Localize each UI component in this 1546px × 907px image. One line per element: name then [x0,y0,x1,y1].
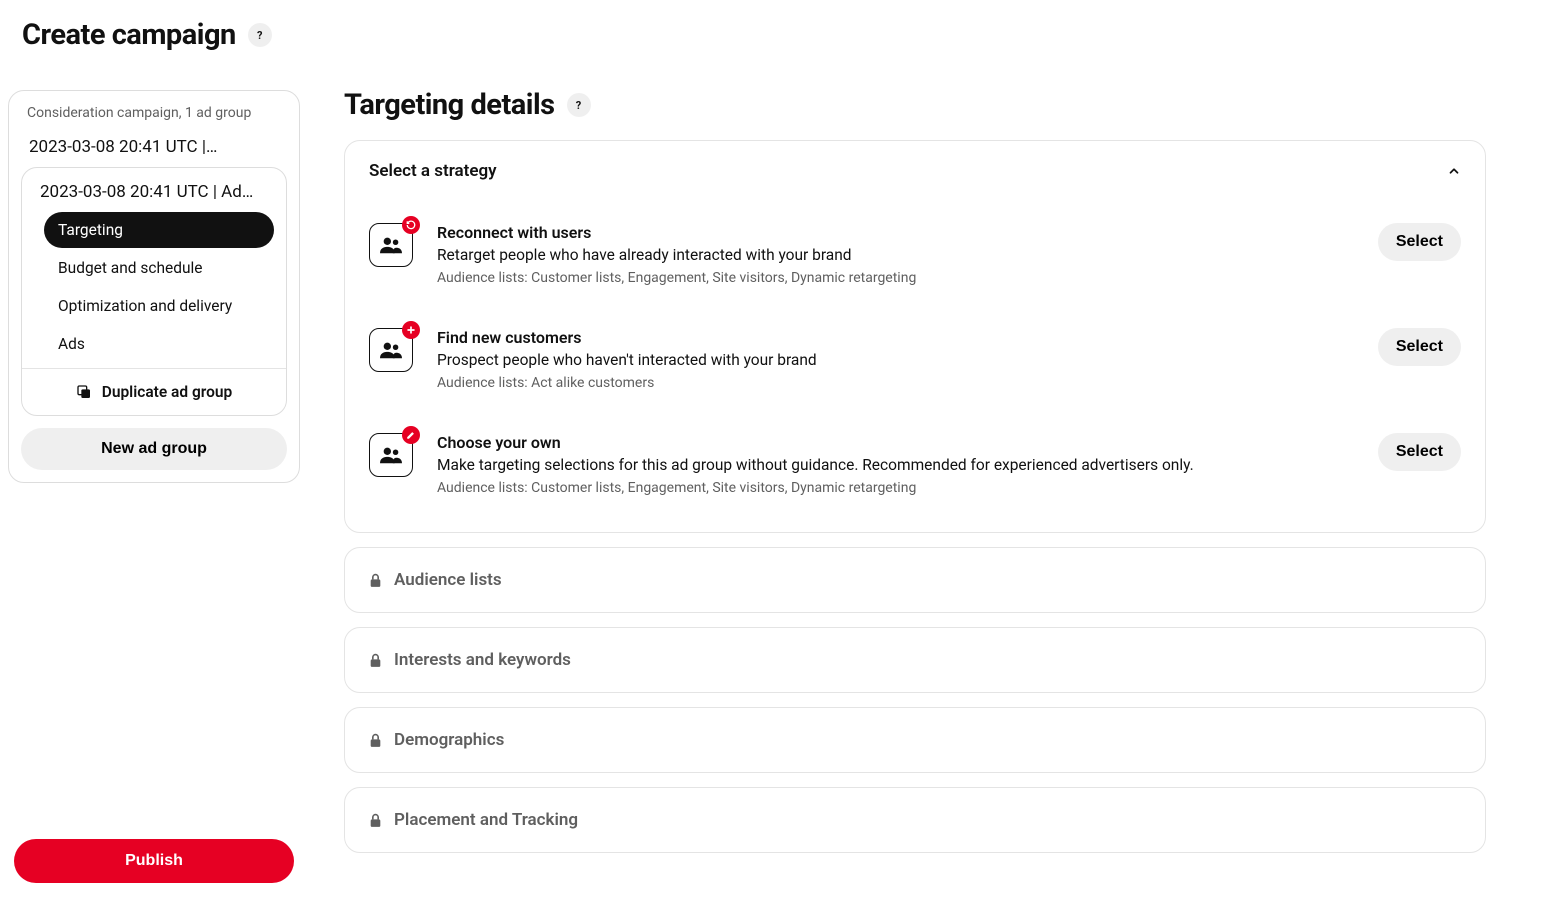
people-icon [369,328,413,372]
lock-icon [369,813,382,828]
nav-item-budget[interactable]: Budget and schedule [44,250,274,286]
strategy-reconnect: Reconnect with users Retarget people who… [369,201,1461,294]
people-icon [369,433,413,477]
lock-icon [369,733,382,748]
reconnect-badge-icon [402,216,420,234]
new-adgroup-button[interactable]: New ad group [21,428,287,470]
strategy-meta: Audience lists: Act alike customers [437,375,1354,391]
strategy-desc: Prospect people who haven't interacted w… [437,351,1354,369]
page-title: Create campaign [22,18,236,52]
sidebar: Consideration campaign, 1 ad group 2023-… [8,60,300,907]
nav-item-targeting[interactable]: Targeting [44,212,274,248]
locked-section-interests: Interests and keywords [344,627,1486,693]
adgroup-title[interactable]: 2023-03-08 20:41 UTC | Ad… [22,168,286,212]
locked-title: Audience lists [394,570,502,590]
lock-icon [369,573,382,588]
locked-section-demographics: Demographics [344,707,1486,773]
select-button[interactable]: Select [1378,223,1461,261]
nav-item-ads[interactable]: Ads [44,326,274,362]
people-icon [369,223,413,267]
strategy-desc: Retarget people who have already interac… [437,246,1354,264]
campaign-panel: Consideration campaign, 1 ad group 2023-… [8,90,300,483]
plus-badge-icon [402,321,420,339]
locked-section-placement: Placement and Tracking [344,787,1486,853]
help-icon[interactable]: ? [248,23,272,47]
strategy-meta: Audience lists: Customer lists, Engageme… [437,480,1354,496]
duplicate-adgroup-button[interactable]: Duplicate ad group [22,368,286,415]
strategy-card: Select a strategy [344,140,1486,533]
locked-title: Placement and Tracking [394,810,578,830]
adgroup-nav: Targeting Budget and schedule Optimizati… [22,212,286,368]
strategy-title: Find new customers [437,328,1354,347]
campaign-summary: Consideration campaign, 1 ad group [21,103,287,131]
duplicate-label: Duplicate ad group [102,383,233,401]
pencil-badge-icon [402,426,420,444]
adgroup-card: 2023-03-08 20:41 UTC | Ad… Targeting Bud… [21,167,287,416]
main-content: Targeting details ? Select a strategy [344,60,1546,907]
campaign-title[interactable]: 2023-03-08 20:41 UTC |… [21,131,287,167]
help-icon[interactable]: ? [567,93,591,117]
strategy-card-title: Select a strategy [369,161,497,181]
strategy-new-customers: Find new customers Prospect people who h… [369,294,1461,399]
strategy-desc: Make targeting selections for this ad gr… [437,456,1354,474]
publish-button[interactable]: Publish [14,839,294,883]
locked-section-audience-lists: Audience lists [344,547,1486,613]
strategy-title: Choose your own [437,433,1354,452]
select-button[interactable]: Select [1378,433,1461,471]
lock-icon [369,653,382,668]
main-title: Targeting details [344,88,555,122]
chevron-up-icon [1447,164,1461,178]
strategy-choose-own: Choose your own Make targeting selection… [369,399,1461,504]
strategy-card-header[interactable]: Select a strategy [345,141,1485,201]
strategy-meta: Audience lists: Customer lists, Engageme… [437,270,1354,286]
select-button[interactable]: Select [1378,328,1461,366]
locked-title: Demographics [394,730,504,750]
locked-title: Interests and keywords [394,650,571,670]
nav-item-optimization[interactable]: Optimization and delivery [44,288,274,324]
duplicate-icon [76,384,92,400]
strategy-title: Reconnect with users [437,223,1354,242]
